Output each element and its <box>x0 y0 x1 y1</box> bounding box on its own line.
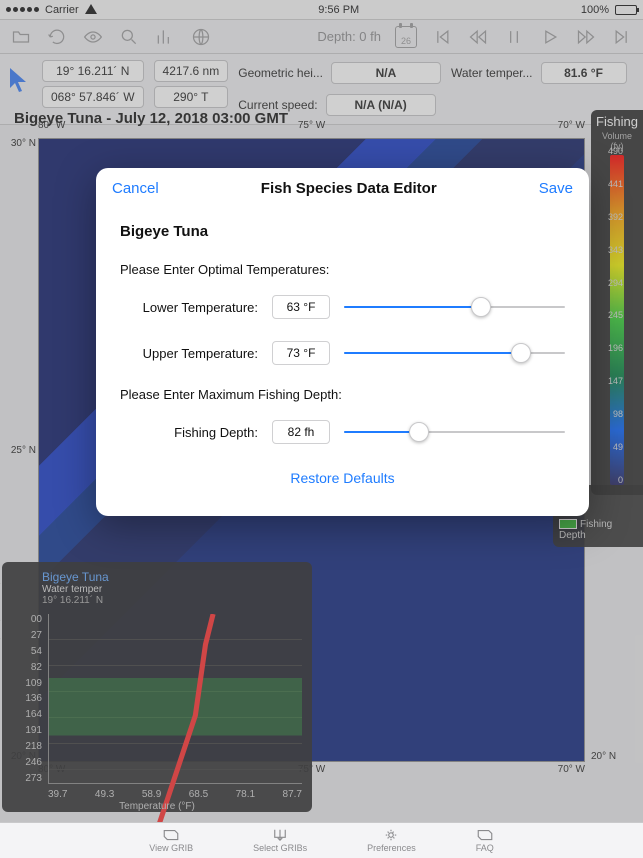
lower-temp-label: Lower Temperature: <box>130 300 258 315</box>
lower-temp-slider[interactable] <box>344 297 565 317</box>
cancel-button[interactable]: Cancel <box>112 180 159 197</box>
tab-preferences[interactable]: Preferences <box>367 828 416 853</box>
upper-temp-row: Upper Temperature: 73 °F <box>130 341 565 365</box>
fishing-depth-field[interactable]: 82 fh <box>272 420 330 444</box>
upper-temp-slider[interactable] <box>344 343 565 363</box>
species-name: Bigeye Tuna <box>120 223 565 240</box>
lower-temp-field[interactable]: 63 °F <box>272 295 330 319</box>
tab-select-gribs[interactable]: Select GRIBs <box>253 828 307 853</box>
depth-section-label: Please Enter Maximum Fishing Depth: <box>120 387 565 402</box>
tab-view-grib[interactable]: View GRIB <box>149 828 193 853</box>
fishing-depth-row: Fishing Depth: 82 fh <box>130 420 565 444</box>
tab-faq[interactable]: FAQ <box>476 828 494 853</box>
save-button[interactable]: Save <box>539 180 573 197</box>
upper-temp-field[interactable]: 73 °F <box>272 341 330 365</box>
temps-section-label: Please Enter Optimal Temperatures: <box>120 262 565 277</box>
species-editor-modal: Cancel Fish Species Data Editor Save Big… <box>96 168 589 516</box>
lower-temp-row: Lower Temperature: 63 °F <box>130 295 565 319</box>
fishing-depth-label: Fishing Depth: <box>130 425 258 440</box>
fishing-depth-slider[interactable] <box>344 422 565 442</box>
bottom-tabbar: View GRIB Select GRIBs Preferences FAQ <box>0 822 643 858</box>
restore-defaults-button[interactable]: Restore Defaults <box>120 470 565 486</box>
upper-temp-label: Upper Temperature: <box>130 346 258 361</box>
modal-title: Fish Species Data Editor <box>261 180 437 197</box>
